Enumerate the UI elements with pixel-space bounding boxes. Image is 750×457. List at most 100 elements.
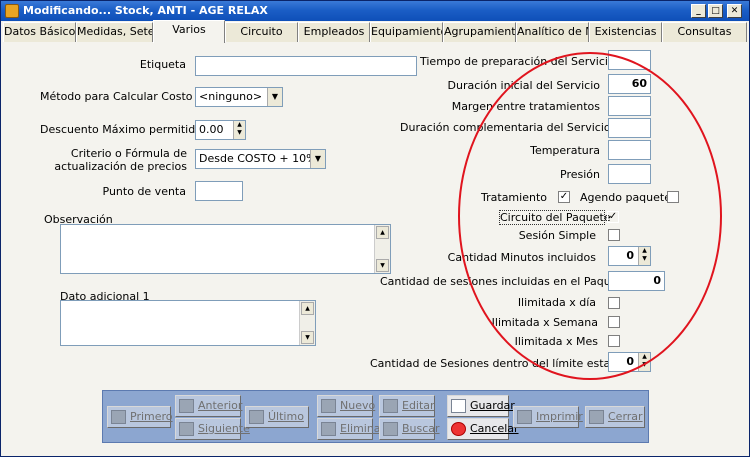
tab-analitico-mov[interactable]: Analítico de Mov bbox=[516, 22, 589, 42]
scroll-down-icon[interactable]: ▼ bbox=[301, 331, 314, 344]
etiqueta-field[interactable] bbox=[195, 56, 417, 76]
presion-label: Presión bbox=[560, 168, 600, 181]
metodo-costo-label: Método para Calcular Costo bbox=[40, 90, 193, 103]
scroll-up-icon[interactable]: ▲ bbox=[301, 302, 314, 315]
ilimitada-dia-checkbox[interactable] bbox=[608, 297, 620, 309]
tab-agrupamientos[interactable]: Agrupamientos bbox=[443, 22, 516, 42]
tab-equipamiento[interactable]: Equipamiento bbox=[370, 22, 443, 42]
tab-strip: Datos Básicos Medidas, Seteos Varios Cir… bbox=[3, 20, 747, 44]
presion-field[interactable] bbox=[608, 164, 651, 184]
criterio-select[interactable]: Desde COSTO + 10% ▼ bbox=[195, 149, 326, 169]
temperatura-label: Temperatura bbox=[530, 144, 600, 157]
navigation-toolbar: Primero Anterior Siguiente Último Nuevo … bbox=[102, 390, 649, 443]
margen-field[interactable] bbox=[608, 96, 651, 116]
observacion-textarea[interactable]: ▲ ▼ bbox=[60, 224, 391, 274]
dato-adicional-textarea[interactable]: ▲ ▼ bbox=[60, 300, 316, 346]
punto-venta-label: Punto de venta bbox=[102, 185, 186, 198]
cerrar-button[interactable]: Cerrar bbox=[585, 406, 645, 428]
tab-circuito[interactable]: Circuito bbox=[225, 22, 298, 42]
sesiones-limite-value: 0 bbox=[626, 355, 634, 368]
criterio-label-2: actualización de precios bbox=[54, 160, 187, 173]
temperatura-field[interactable] bbox=[608, 140, 651, 160]
ilimitada-mes-checkbox[interactable] bbox=[608, 335, 620, 347]
metodo-costo-select[interactable]: <ninguno> ▼ bbox=[195, 87, 283, 107]
margen-label: Margen entre tratamientos bbox=[451, 100, 600, 113]
sesiones-limite-label: Cantidad de Sesiones dentro del límite e… bbox=[370, 357, 650, 370]
first-icon bbox=[111, 410, 126, 424]
tiempo-preparacion-label: Tiempo de preparación del Servicio bbox=[420, 55, 615, 68]
tab-datos-basicos[interactable]: Datos Básicos bbox=[3, 22, 76, 42]
duracion-inicial-field[interactable]: 60 bbox=[608, 74, 651, 94]
criterio-value: Desde COSTO + 10% bbox=[199, 152, 317, 165]
cancel-icon bbox=[451, 422, 466, 436]
ilimitada-semana-checkbox[interactable] bbox=[608, 316, 620, 328]
minimize-button[interactable]: _ bbox=[691, 4, 706, 18]
ultimo-button[interactable]: Último bbox=[245, 406, 309, 428]
descuento-field[interactable]: 0.00 ▲ ▼ bbox=[195, 120, 246, 140]
ilimitada-semana-label: Ilimitada x Semana bbox=[491, 316, 598, 329]
primero-button[interactable]: Primero bbox=[107, 406, 173, 428]
duracion-complementaria-label: Duración complementaria del Servicio bbox=[400, 121, 611, 134]
tab-consultas[interactable]: Consultas bbox=[662, 22, 747, 42]
minutos-incluidos-value: 0 bbox=[626, 249, 634, 262]
sesiones-limite-field[interactable]: 0 ▲ ▼ bbox=[608, 352, 651, 372]
spin-icon[interactable]: ▲ ▼ bbox=[638, 247, 650, 265]
agendo-paquete-checkbox[interactable] bbox=[667, 191, 679, 203]
scroll-down-icon[interactable]: ▼ bbox=[376, 259, 389, 272]
spin-icon[interactable]: ▲ ▼ bbox=[233, 121, 245, 139]
scroll-up-icon[interactable]: ▲ bbox=[376, 226, 389, 239]
siguiente-button[interactable]: Siguiente bbox=[175, 418, 250, 440]
metodo-costo-value: <ninguno> bbox=[199, 90, 263, 103]
sesion-simple-label: Sesión Simple bbox=[518, 229, 596, 242]
tab-medidas-seteos[interactable]: Medidas, Seteos bbox=[76, 22, 153, 42]
buscar-button[interactable]: Buscar bbox=[379, 418, 440, 440]
nuevo-button[interactable]: Nuevo bbox=[317, 395, 375, 417]
sesion-simple-checkbox[interactable] bbox=[608, 229, 620, 241]
duracion-complementaria-field[interactable] bbox=[608, 118, 651, 138]
punto-venta-field[interactable] bbox=[195, 181, 243, 201]
cancelar-button[interactable]: Cancelar bbox=[447, 418, 519, 440]
close-button[interactable]: ✕ bbox=[727, 4, 742, 18]
window-title: Modificando... Stock, ANTI - AGE RELAX bbox=[23, 4, 268, 17]
title-bar: Modificando... Stock, ANTI - AGE RELAX _… bbox=[1, 1, 749, 21]
criterio-label-1: Criterio o Fórmula de bbox=[70, 147, 187, 160]
ilimitada-mes-label: Ilimitada x Mes bbox=[514, 335, 598, 348]
chevron-down-icon[interactable]: ▼ bbox=[310, 150, 325, 168]
maximize-button[interactable]: □ bbox=[708, 4, 723, 18]
anterior-button[interactable]: Anterior bbox=[175, 395, 242, 417]
scrollbar[interactable]: ▲ ▼ bbox=[374, 225, 390, 273]
new-icon bbox=[321, 399, 336, 413]
circuito-paquete-checkbox[interactable]: ✓ bbox=[607, 211, 619, 223]
ilimitada-dia-label: Ilimitada x día bbox=[517, 296, 596, 309]
tab-empleados[interactable]: Empleados bbox=[298, 22, 370, 42]
editar-button[interactable]: Editar bbox=[379, 395, 435, 417]
close-icon bbox=[589, 410, 604, 424]
circuito-paquete-label: Circuito del Paquete bbox=[499, 210, 611, 225]
eliminar-button[interactable]: Eliminar bbox=[317, 418, 385, 440]
descuento-label: Descuento Máximo permitido bbox=[40, 123, 202, 136]
descuento-value: 0.00 bbox=[199, 123, 224, 136]
edit-icon bbox=[383, 399, 398, 413]
previous-icon bbox=[179, 399, 194, 413]
minutos-incluidos-field[interactable]: 0 ▲ ▼ bbox=[608, 246, 651, 266]
search-icon bbox=[383, 422, 398, 436]
tratamiento-checkbox[interactable]: ✓ bbox=[558, 191, 570, 203]
chevron-down-icon[interactable]: ▼ bbox=[267, 88, 282, 106]
minutos-incluidos-label: Cantidad Minutos incluidos bbox=[447, 251, 596, 264]
save-icon bbox=[451, 399, 466, 413]
scrollbar[interactable]: ▲ ▼ bbox=[299, 301, 315, 345]
imprimir-button[interactable]: Imprimir bbox=[513, 406, 583, 428]
next-icon bbox=[179, 422, 194, 436]
sesiones-paquete-field[interactable]: 0 bbox=[608, 271, 665, 291]
tab-varios[interactable]: Varios bbox=[153, 20, 225, 43]
etiqueta-label: Etiqueta bbox=[139, 58, 186, 71]
sesiones-paquete-label: Cantidad de sesiones incluidas en el Paq… bbox=[380, 275, 629, 288]
last-icon bbox=[249, 410, 264, 424]
spin-icon[interactable]: ▲ ▼ bbox=[638, 353, 650, 371]
app-icon bbox=[5, 4, 19, 18]
guardar-button[interactable]: Guardar bbox=[447, 395, 515, 417]
tab-existencias[interactable]: Existencias bbox=[589, 22, 662, 42]
duracion-inicial-label: Duración inicial del Servicio bbox=[447, 79, 600, 92]
delete-icon bbox=[321, 422, 336, 436]
tiempo-preparacion-field[interactable] bbox=[608, 50, 651, 70]
